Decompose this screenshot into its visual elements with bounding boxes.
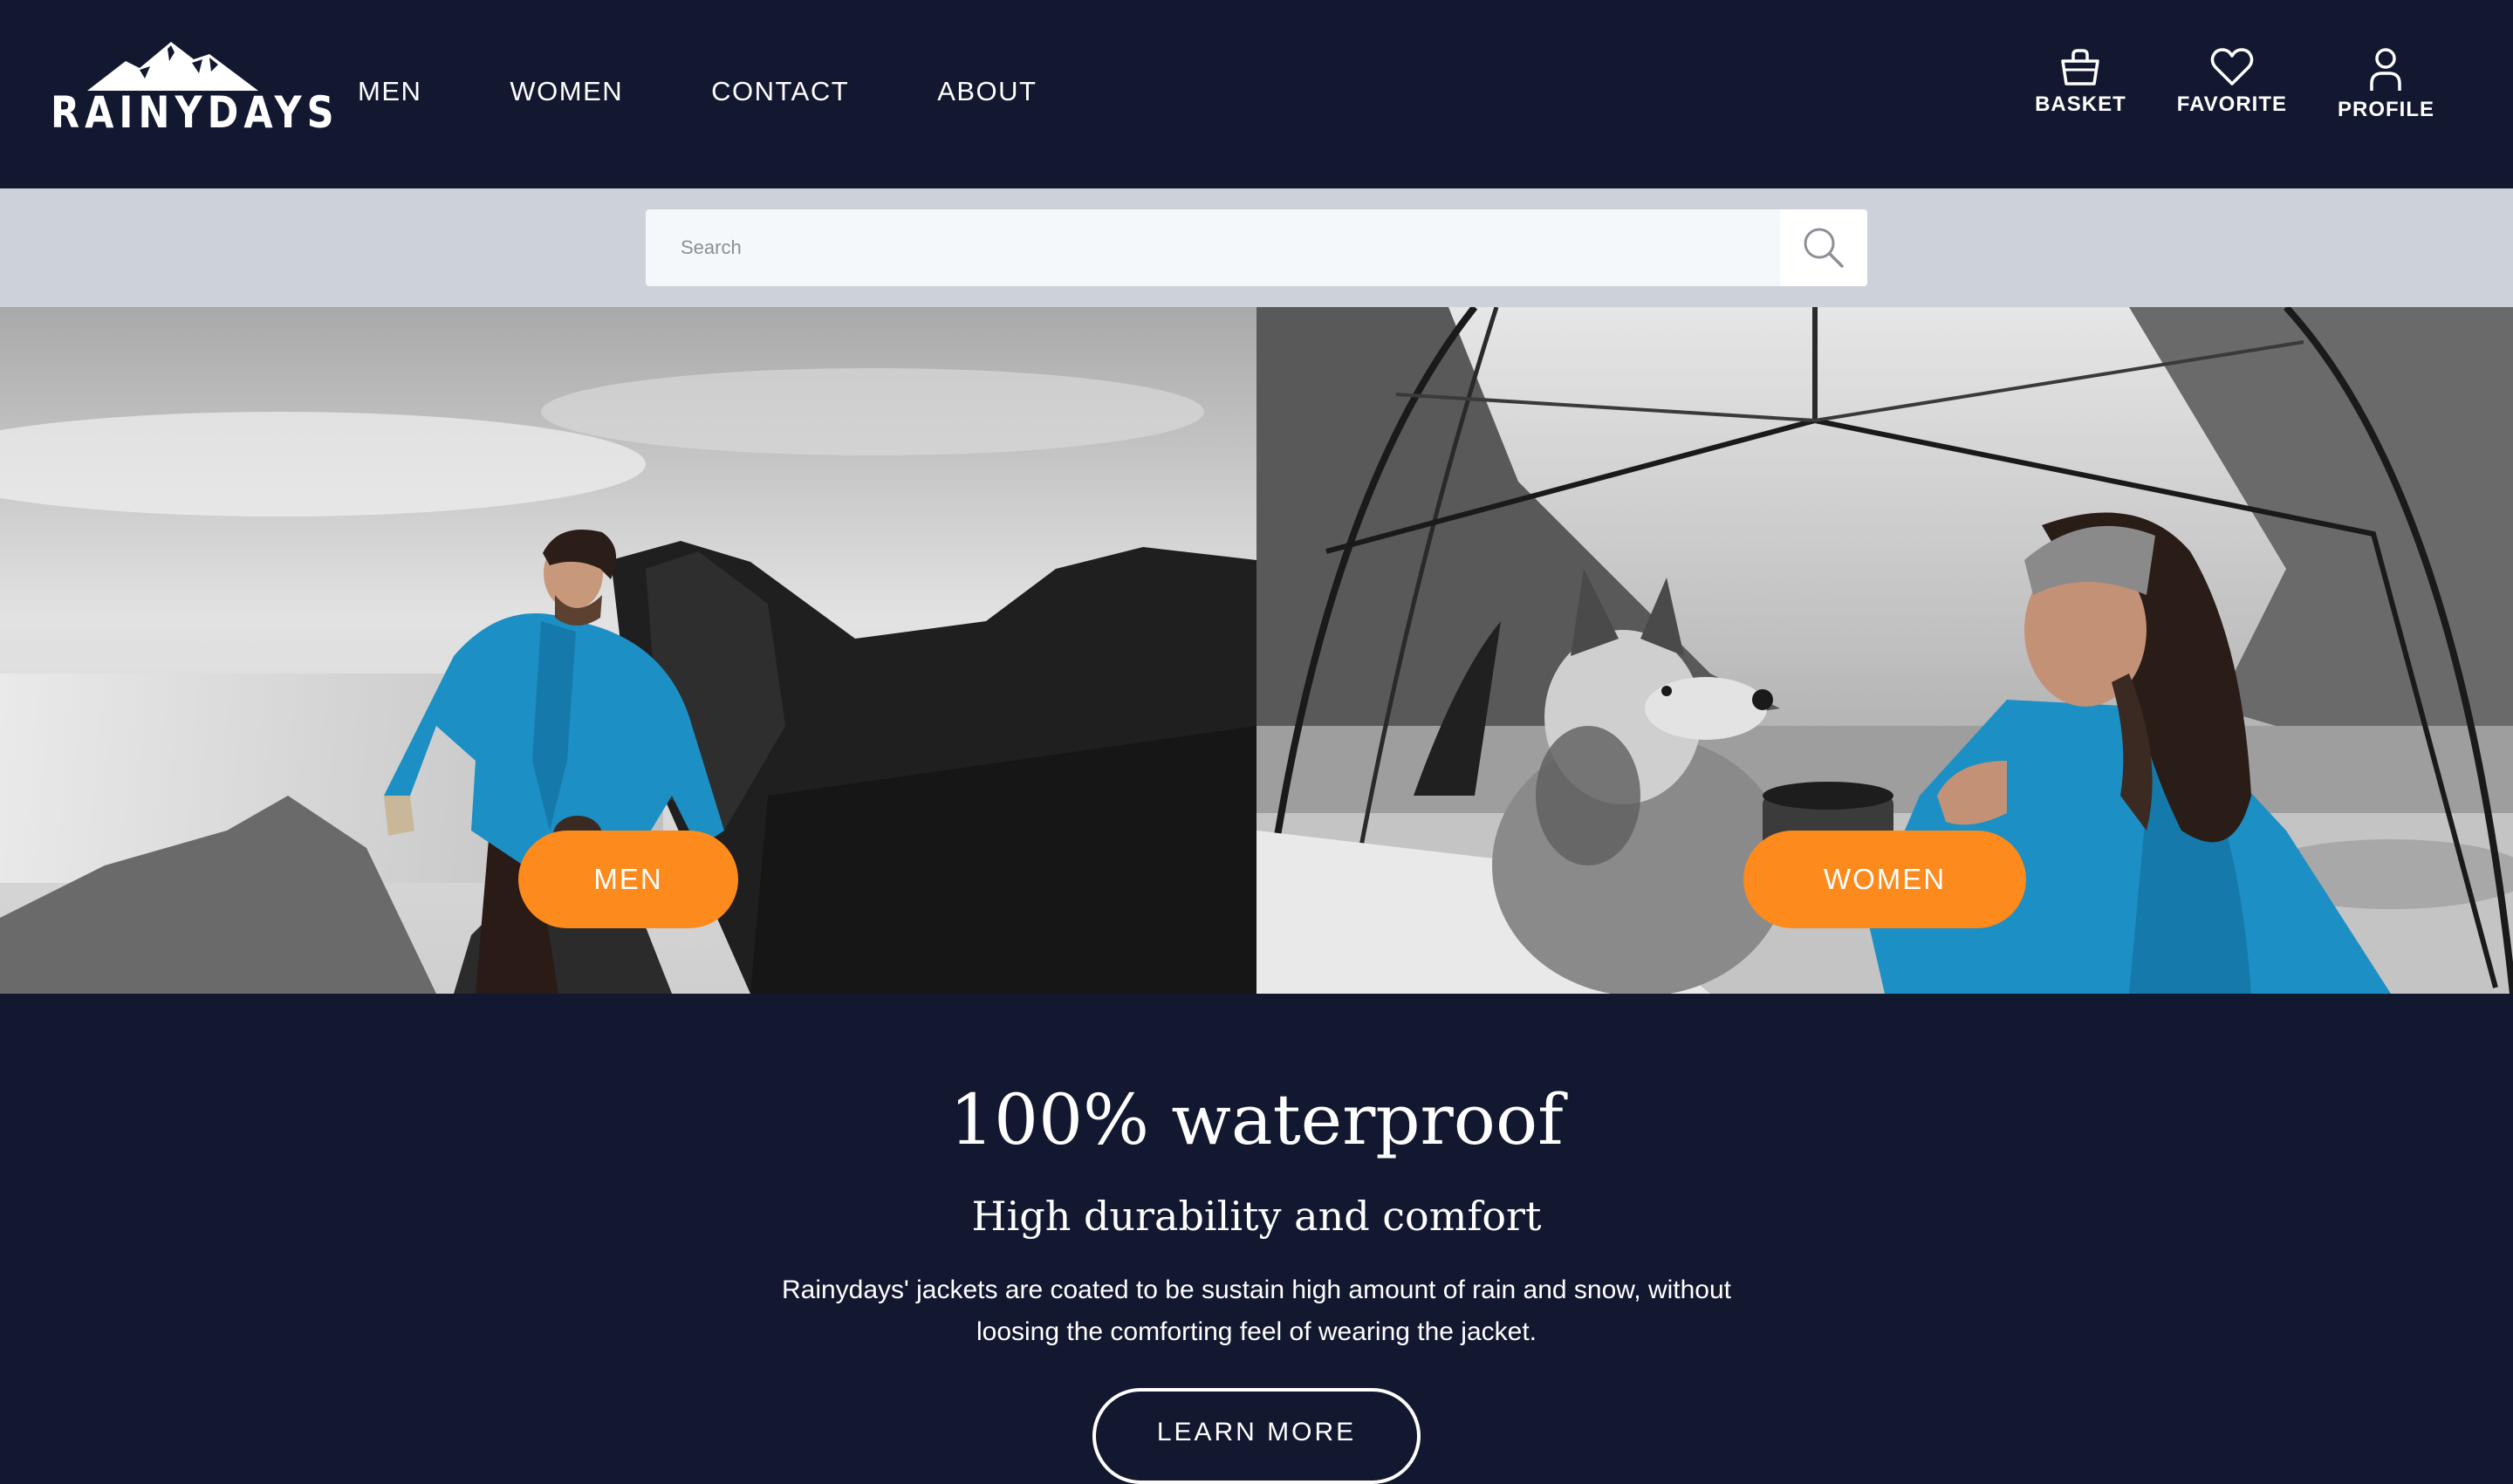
shop-men-button[interactable]: MEN	[518, 831, 738, 928]
favorite-label: FAVORITE	[2176, 92, 2287, 116]
basket-button[interactable]: BASKET	[2035, 47, 2126, 117]
shop-women-button[interactable]: WOMEN	[1743, 831, 2026, 928]
info-subtitle: High durability and comfort	[971, 1193, 1542, 1240]
search-button[interactable]	[1780, 209, 1867, 286]
search-container	[646, 209, 1867, 286]
nav-link-contact[interactable]: CONTACT	[711, 76, 849, 107]
profile-label: PROFILE	[2337, 98, 2434, 121]
brand-logo[interactable]: RAINYDAYS	[51, 42, 339, 138]
site-header: RAINYDAYS MEN WOMEN CONTACT ABOUT BASKET…	[0, 0, 2513, 188]
profile-button[interactable]: PROFILE	[2338, 47, 2434, 122]
info-title: 100% waterproof	[949, 1079, 1564, 1160]
search-input[interactable]	[646, 209, 1780, 286]
info-body: Rainydays' jackets are coated to be sust…	[781, 1275, 1732, 1346]
women-hero-panel[interactable]: WOMEN	[1256, 307, 2513, 994]
hero-section: MEN WOMEN	[0, 307, 2513, 994]
mountain-logo-icon	[87, 42, 258, 91]
learn-more-button[interactable]: LEARN MORE	[1092, 1388, 1421, 1484]
nav-link-about[interactable]: ABOUT	[937, 76, 1037, 107]
basket-label: BASKET	[2035, 92, 2126, 116]
basket-icon	[2061, 49, 2100, 85]
heart-icon	[2210, 48, 2254, 85]
search-icon	[1804, 228, 1844, 268]
brand-name: RAINYDAYS	[51, 87, 339, 138]
person-icon	[2370, 48, 2402, 91]
info-section: 100% waterproof High durability and comf…	[0, 994, 2513, 1484]
user-nav: BASKET FAVORITE PROFILE	[1984, 47, 2434, 122]
favorite-button[interactable]: FAVORITE	[2177, 47, 2287, 117]
nav-link-men[interactable]: MEN	[358, 76, 421, 107]
men-hero-panel[interactable]: MEN	[0, 307, 1256, 994]
nav-link-women[interactable]: WOMEN	[510, 76, 623, 107]
search-bar	[0, 188, 2513, 307]
main-nav: MEN WOMEN CONTACT ABOUT	[358, 73, 1125, 110]
